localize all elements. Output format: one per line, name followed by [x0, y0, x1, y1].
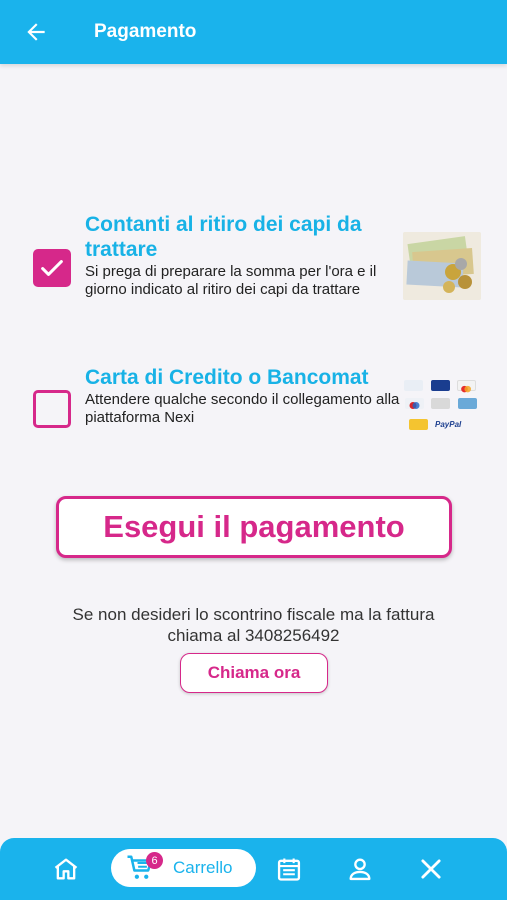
- amex-icon: [458, 398, 477, 409]
- nav-home[interactable]: [49, 852, 83, 886]
- user-icon: [349, 858, 371, 881]
- card-checkbox[interactable]: [33, 390, 71, 428]
- arrow-left-icon: [27, 23, 45, 41]
- cash-option-description: Si prega di preparare la somma per l'ora…: [85, 263, 377, 298]
- app-bar: Pagamento: [0, 0, 507, 64]
- card-logos-image: PayPal: [402, 377, 480, 435]
- back-button[interactable]: [0, 0, 76, 64]
- postepay-icon: [409, 419, 428, 430]
- invoice-info-line1: Se non desideri lo scontrino fiscale ma …: [72, 605, 435, 624]
- cart-label: Carrello: [173, 858, 233, 877]
- invoice-info-line2: chiama al 3408256492: [167, 626, 340, 645]
- visa-icon: [431, 380, 450, 391]
- cash-checkbox[interactable]: [33, 249, 71, 287]
- check-icon: [41, 260, 63, 276]
- bottom-navigation: 6 Carrello: [0, 838, 507, 900]
- call-now-button[interactable]: Chiama ora: [180, 653, 328, 693]
- calendar-icon: [277, 858, 301, 881]
- nav-close[interactable]: [414, 852, 448, 886]
- card-option-description: Attendere qualche secondo il collegament…: [85, 391, 400, 426]
- maestro-card-icon: [405, 398, 424, 409]
- mastercard-icon: [457, 380, 476, 393]
- cash-money-image: [403, 232, 481, 300]
- maestro-icon: [404, 380, 423, 391]
- nav-calendar[interactable]: [272, 852, 306, 886]
- cart-count-badge: 6: [146, 852, 163, 869]
- execute-payment-button[interactable]: Esegui il pagamento: [56, 496, 452, 558]
- home-icon: [54, 858, 78, 880]
- cash-option-title: Contanti al ritiro dei capi da trattare: [85, 213, 362, 261]
- page-title: Pagamento: [94, 21, 197, 42]
- card-option-title: Carta di Credito o Bancomat: [85, 366, 369, 389]
- invoice-info-text: Se non desideri lo scontrino fiscale ma …: [0, 604, 507, 646]
- nav-profile[interactable]: [343, 852, 377, 886]
- close-icon: [421, 859, 441, 879]
- paypal-icon: PayPal: [435, 420, 462, 429]
- nav-cart[interactable]: 6 Carrello: [111, 849, 256, 887]
- visa-electron-icon: [431, 398, 450, 409]
